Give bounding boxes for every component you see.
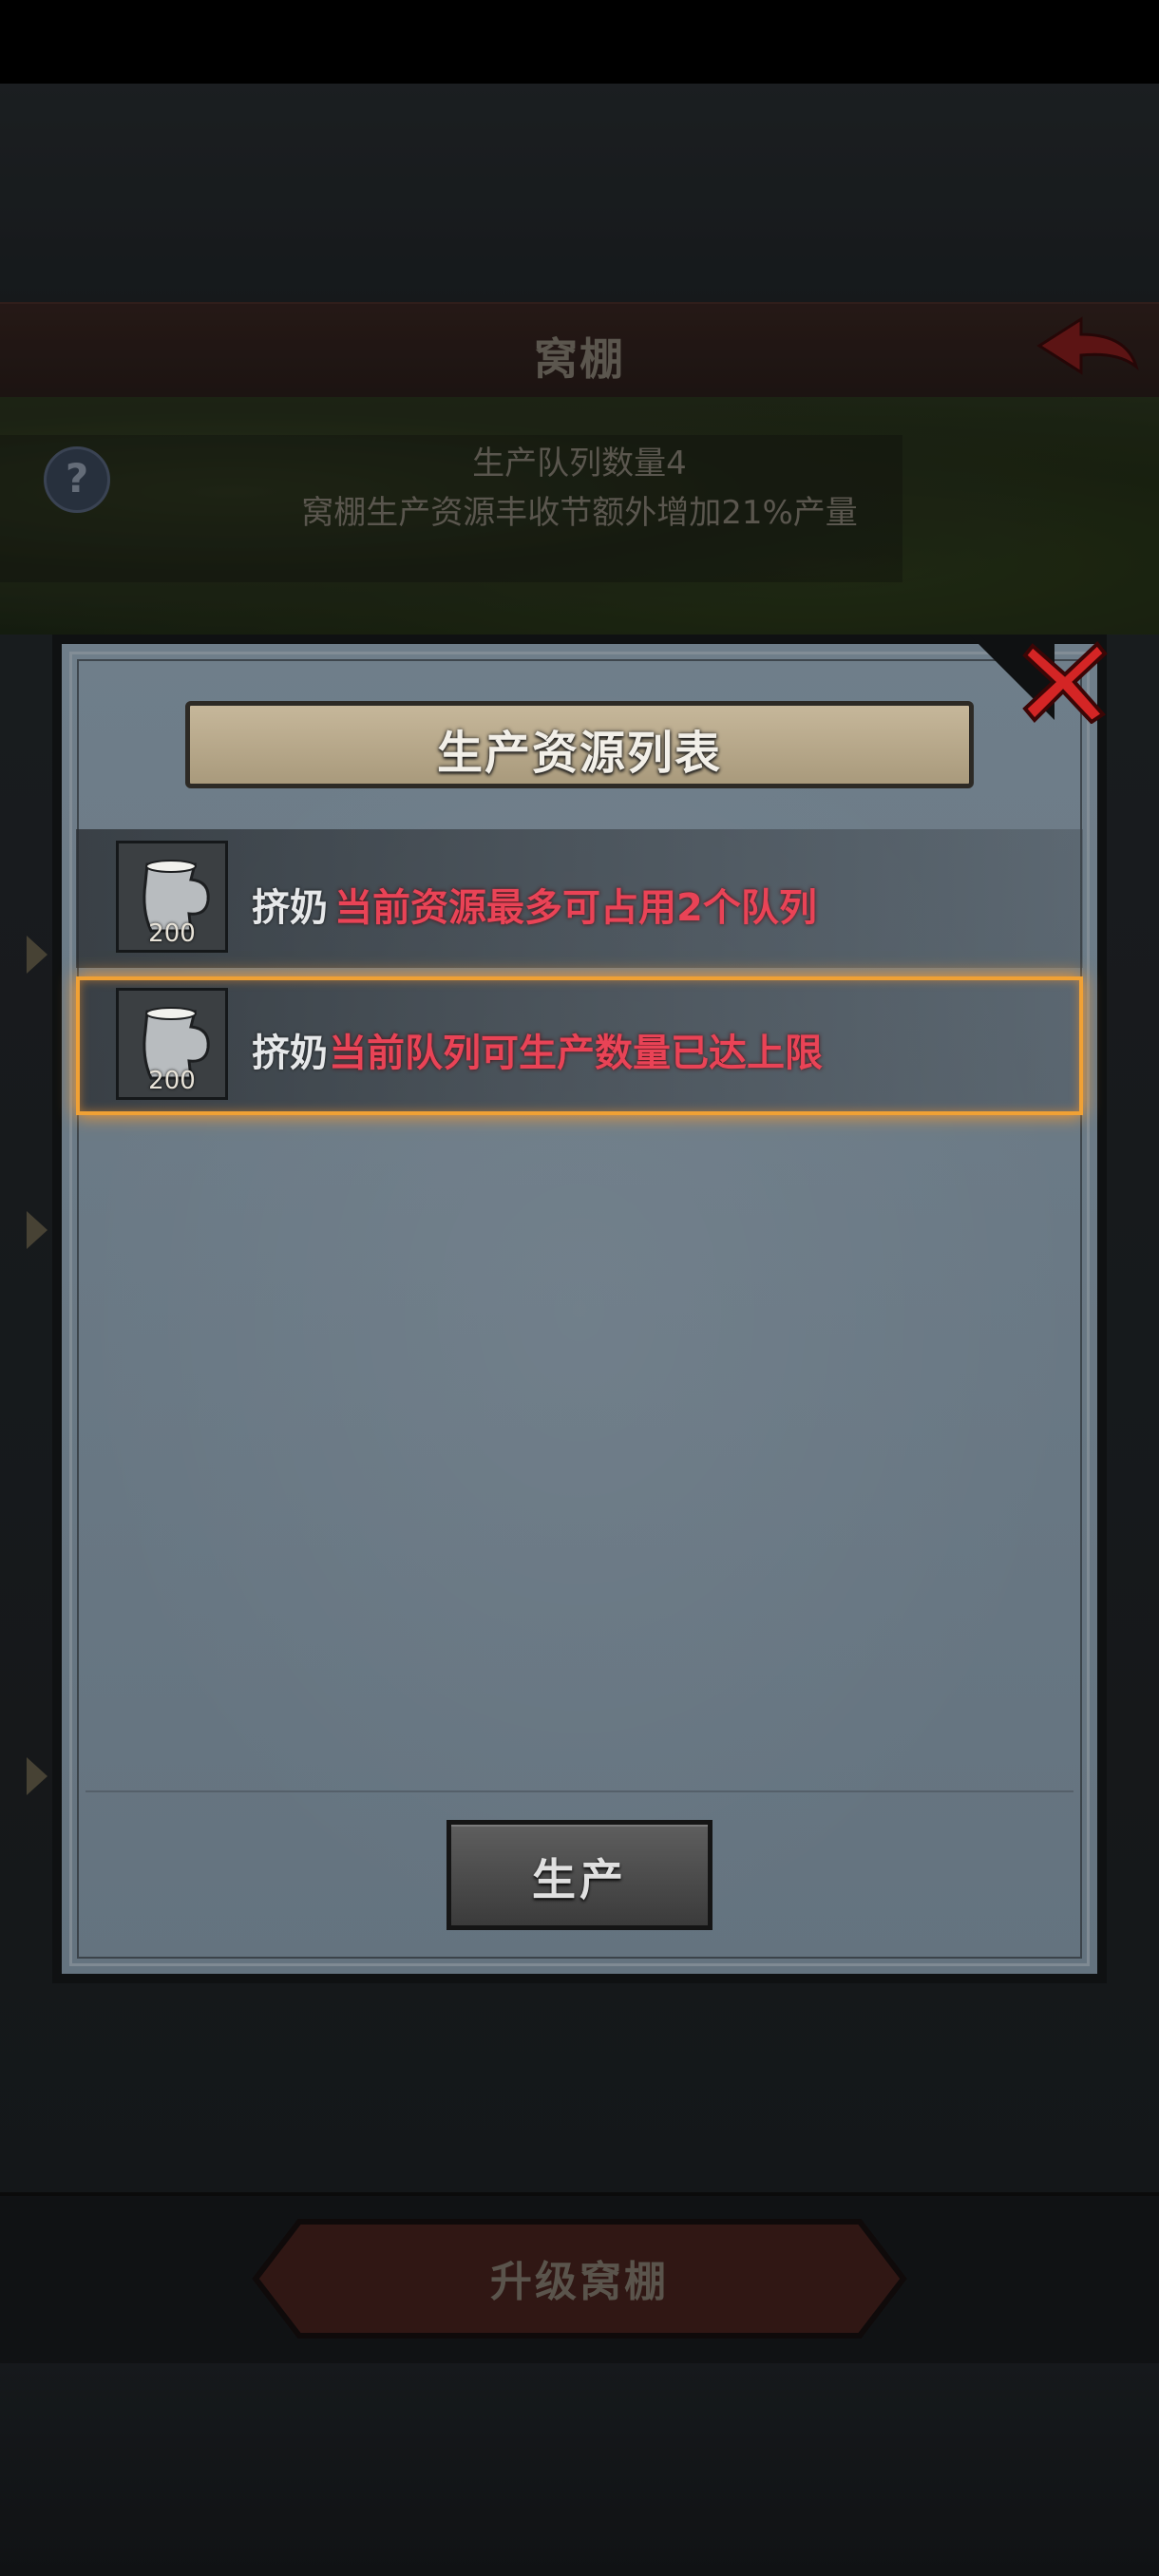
item-name: 挤奶 [252, 886, 328, 930]
dialog-title: 生产资源列表 [436, 727, 722, 780]
item-warning: 当前队列可生产数量已达上限 [329, 1032, 823, 1075]
milk-jug-icon: 200 [116, 841, 228, 953]
dialog-divider [86, 1790, 1074, 1792]
item-quantity: 200 [148, 919, 196, 948]
item-quantity: 200 [148, 1067, 196, 1095]
close-x-icon[interactable] [1021, 638, 1109, 724]
item-warning: 当前资源最多可占用2个队列 [334, 886, 817, 930]
resource-row-selected[interactable]: 200 挤奶 当前队列可生产数量已达上限 [76, 976, 1083, 1115]
status-bar [0, 0, 1159, 84]
resource-row[interactable]: 200 挤奶 当前资源最多可占用2个队列 [76, 829, 1083, 968]
item-name: 挤奶 [252, 1032, 328, 1075]
produce-button-label: 生产 [532, 1854, 627, 1905]
milk-jug-icon: 200 [116, 988, 228, 1100]
